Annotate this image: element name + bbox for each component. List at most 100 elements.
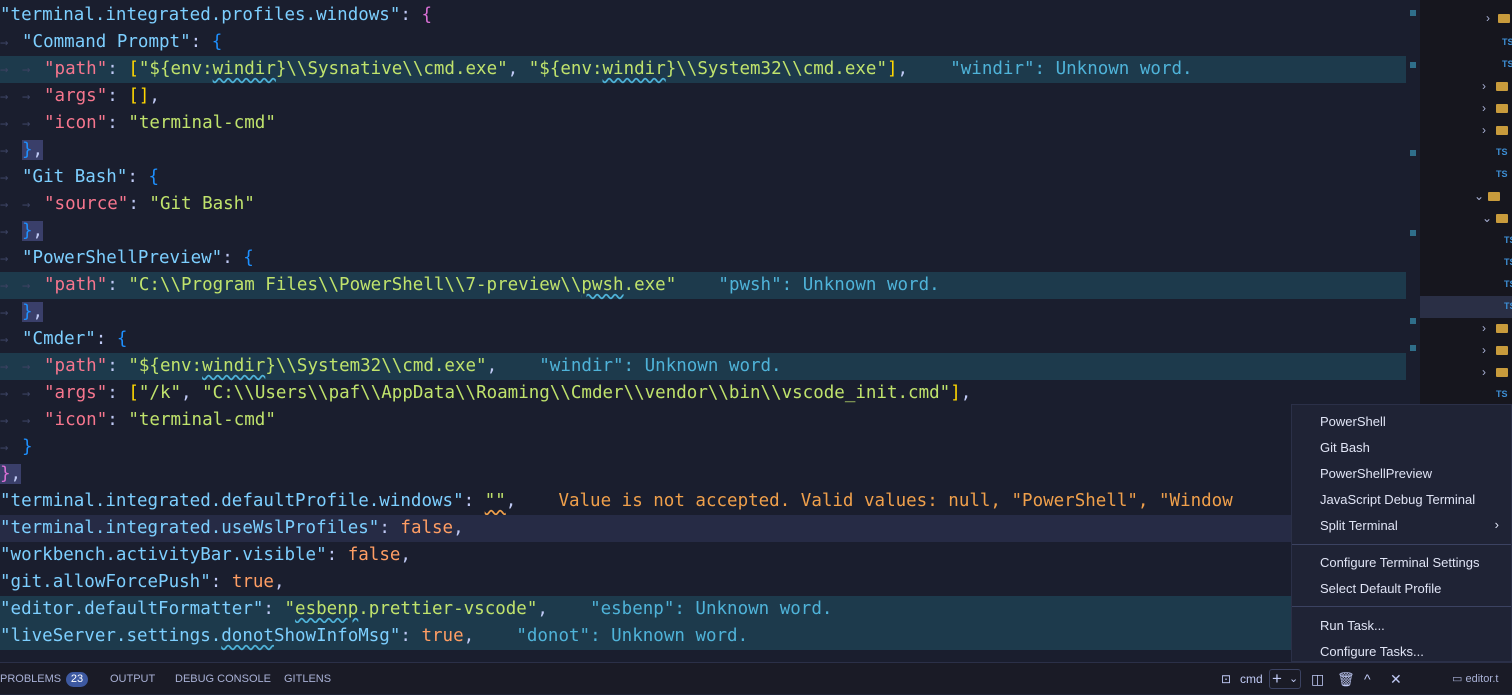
tree-file[interactable]: TS [1420, 230, 1512, 252]
tab-output[interactable]: OUTPUT [110, 663, 155, 695]
terminal-icon: ⊡ [1221, 672, 1232, 686]
tree-folder[interactable]: › [1420, 98, 1512, 120]
string-value: }\\System32\\cmd.exe [665, 59, 877, 79]
chevron-right-icon: › [1482, 365, 1486, 379]
file-icon: ▭ [1452, 673, 1466, 685]
menu-item-configure-tasks[interactable]: Configure Tasks... [1320, 641, 1424, 663]
typescript-file-icon: TS [1496, 389, 1508, 399]
ruler-mark [1410, 10, 1416, 16]
chevron-down-icon[interactable]: ⌄ [1289, 663, 1298, 695]
chevron-right-icon: › [1482, 79, 1486, 93]
editor-tab-label: editor.t [1465, 673, 1499, 685]
code-line: }, [0, 464, 22, 484]
tab-gitlens[interactable]: GITLENS [284, 663, 331, 695]
tree-folder[interactable]: › [1420, 318, 1512, 340]
close-icon[interactable]: ✕ [1390, 663, 1402, 695]
add-terminal-icon[interactable]: + [1272, 663, 1282, 695]
code-line: → → "path": ["${env:windir}\\Sysnative\\cm… [0, 56, 1412, 83]
json-key: terminal.integrated.profiles.windows [10, 5, 390, 25]
menu-item-split-terminal[interactable]: Split Terminal [1320, 515, 1500, 537]
tree-folder[interactable]: › [1420, 76, 1512, 98]
tree-file[interactable]: TS [1420, 164, 1512, 186]
typescript-file-icon: TS [1504, 301, 1512, 311]
editor-tab[interactable]: ▭ editor.t [1452, 663, 1498, 695]
terminal-profile-menu: PowerShell Git Bash PowerShellPreview Ja… [1291, 404, 1512, 662]
menu-item-powershell-preview[interactable]: PowerShellPreview [1320, 463, 1432, 485]
json-key: ShowInfoMsg [273, 626, 390, 646]
typescript-file-icon: TS [1504, 279, 1512, 289]
trash-icon[interactable]: 🗑 [1337, 663, 1355, 695]
inline-diagnostic: "windir": Unknown word. [539, 356, 782, 376]
string-value: .prettier-vscode [358, 599, 527, 619]
tree-file-selected[interactable]: TS [1420, 296, 1512, 318]
tree-folder[interactable]: › [1420, 8, 1512, 30]
json-key: args [54, 383, 97, 403]
menu-item-configure-terminal-settings[interactable]: Configure Terminal Settings [1320, 552, 1479, 574]
tree-folder[interactable]: ⌄ [1420, 186, 1512, 208]
folder-open-icon [1496, 214, 1508, 223]
chevron-right-icon: › [1482, 343, 1486, 357]
tree-file[interactable]: TS [1420, 384, 1512, 406]
inline-diagnostic: "pwsh": Unknown word. [718, 275, 940, 295]
code-line: →}, [0, 221, 44, 241]
json-key: Command Prompt [32, 32, 181, 52]
string-value: terminal-cmd [138, 410, 266, 430]
code-line: →}, [0, 140, 44, 160]
code-line: → → "path": "${env:windir}\\System32\\cmd.… [0, 353, 1412, 380]
chevron-up-icon[interactable]: ^ [1364, 663, 1371, 695]
json-key: args [54, 86, 97, 106]
inline-diagnostic: "windir": Unknown word. [950, 59, 1193, 79]
code-line: "workbench.activityBar.visible": false, [0, 545, 411, 565]
menu-item-select-default-profile[interactable]: Select Default Profile [1320, 578, 1441, 600]
json-key: liveServer.settings. [10, 626, 222, 646]
tree-file[interactable]: TS [1420, 54, 1512, 76]
chevron-right-icon: › [1486, 11, 1490, 25]
typescript-file-icon: TS [1504, 235, 1512, 245]
folder-icon [1496, 368, 1508, 377]
spell-error[interactable]: esbenp [295, 599, 358, 619]
code-line: →}, [0, 302, 44, 322]
terminal-selector[interactable]: cmd [1240, 663, 1263, 695]
code-line: → "Command Prompt": { [0, 32, 223, 52]
ruler-mark [1410, 318, 1416, 324]
problems-count-badge: 23 [66, 672, 88, 687]
spell-error[interactable]: pwsh [581, 275, 623, 295]
menu-item-git-bash[interactable]: Git Bash [1320, 437, 1370, 459]
tree-folder[interactable]: › [1420, 362, 1512, 384]
tab-debug-console[interactable]: DEBUG CONSOLE [175, 663, 271, 695]
tree-folder[interactable]: ⌄ [1420, 208, 1512, 230]
code-line: "terminal.integrated.defaultProfile.wind… [0, 491, 1233, 511]
menu-item-powershell[interactable]: PowerShell [1320, 411, 1386, 433]
menu-item-run-task[interactable]: Run Task... [1320, 615, 1385, 637]
json-key: terminal.integrated.useWslProfiles [10, 518, 369, 538]
folder-icon [1498, 14, 1510, 23]
panel-tab-bar: PROBLEMS 23 OUTPUT DEBUG CONSOLE GITLENS… [0, 662, 1512, 694]
string-value: terminal-cmd [138, 113, 266, 133]
tree-file[interactable]: TS [1420, 274, 1512, 296]
spell-error[interactable]: windir [202, 356, 265, 376]
tab-problems[interactable]: PROBLEMS [0, 663, 61, 695]
chevron-right-icon: › [1482, 101, 1486, 115]
code-editor[interactable]: "terminal.integrated.profiles.windows": … [0, 0, 1412, 662]
inline-diagnostic: "esbenp": Unknown word. [590, 599, 833, 619]
tree-file[interactable]: TS [1420, 142, 1512, 164]
tree-folder[interactable]: › [1420, 120, 1512, 142]
split-terminal-icon[interactable]: ◫ [1311, 663, 1324, 695]
menu-separator [1292, 544, 1511, 545]
chevron-right-icon: › [1482, 123, 1486, 137]
tree-folder[interactable]: › [1420, 340, 1512, 362]
folder-icon [1496, 82, 1508, 91]
spell-error[interactable]: windir [213, 59, 276, 79]
menu-item-js-debug-terminal[interactable]: JavaScript Debug Terminal [1320, 489, 1475, 511]
spell-error[interactable]: windir [603, 59, 666, 79]
tree-file[interactable]: TS [1420, 252, 1512, 274]
string-value: /k [149, 383, 171, 403]
bool-value: false [347, 545, 401, 565]
bool-value: false [400, 518, 454, 538]
folder-icon [1496, 104, 1508, 113]
string-value: Git Bash [159, 194, 245, 214]
spell-error[interactable]: donot [221, 626, 274, 646]
folder-icon [1496, 126, 1508, 135]
tree-file[interactable]: TS [1420, 32, 1512, 54]
code-line: "terminal.integrated.profiles.windows": … [0, 5, 433, 25]
